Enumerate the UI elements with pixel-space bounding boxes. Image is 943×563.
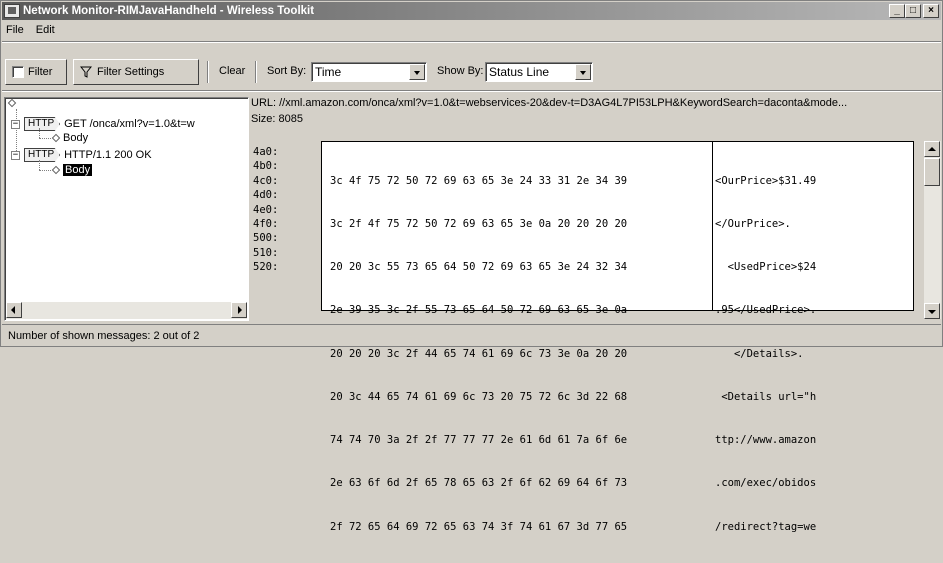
window-title: Network Monitor-RIMJavaHandheld - Wirele… xyxy=(23,5,315,17)
address: 4c0: xyxy=(253,174,279,187)
url-line: URL: //xml.amazon.com/onca/xml?v=1.0&t=w… xyxy=(251,97,848,109)
show-by-label: Show By: xyxy=(437,65,484,77)
address: 500: xyxy=(253,232,279,245)
sort-by-dropdown[interactable]: Time xyxy=(311,62,427,82)
scroll-left-icon[interactable] xyxy=(6,302,22,318)
tree-item-request-body[interactable]: Body xyxy=(51,132,89,144)
menu-separator xyxy=(2,41,941,43)
menu-edit[interactable]: Edit xyxy=(36,24,55,36)
ascii-dump-box[interactable]: <OurPrice>$31.49 </OurPrice>. <UsedPrice… xyxy=(712,141,914,533)
toolbar-separator-line xyxy=(2,90,941,92)
request-label: GET /onca/xml?v=1.0&t=w xyxy=(64,118,195,130)
minimize-button[interactable]: _ xyxy=(889,4,905,18)
address: 510: xyxy=(253,246,279,259)
sort-by-label: Sort By: xyxy=(267,65,307,77)
ascii-row: .95</UsedPrice>. xyxy=(715,304,817,317)
hex-row: 20 20 20 3c 2f 44 65 74 61 69 6c 73 3e 0… xyxy=(330,347,628,360)
hex-row: 74 74 70 3a 2f 2f 77 77 77 2e 61 6d 61 7… xyxy=(330,434,628,447)
hex-dump-box[interactable]: 3c 4f 75 72 50 72 69 63 65 3e 24 33 31 2… xyxy=(321,141,739,533)
status-text: Number of shown messages: 2 out of 2 xyxy=(8,329,200,342)
tree-root xyxy=(7,98,19,108)
maximize-button[interactable]: □ xyxy=(905,4,921,18)
chevron-down-icon[interactable] xyxy=(575,64,591,80)
filter-settings-button[interactable]: Filter Settings xyxy=(73,59,199,85)
ascii-row: /redirect?tag=we xyxy=(715,520,817,533)
hex-row: 3c 2f 4f 75 72 50 72 69 63 65 3e 0a 20 2… xyxy=(330,218,628,231)
tree-line xyxy=(39,160,40,170)
toolbar: Filter Filter Settings Clear Sort By: Ti… xyxy=(5,59,939,85)
body-diamond-icon xyxy=(51,165,61,175)
ascii-row: <OurPrice>$31.49 xyxy=(715,174,817,187)
tree-item-response-body[interactable]: Body xyxy=(51,164,93,176)
body-diamond-icon xyxy=(51,133,61,143)
close-button[interactable]: × xyxy=(923,4,939,18)
horizontal-scrollbar[interactable] xyxy=(6,302,247,319)
ascii-row: ttp://www.amazon xyxy=(715,434,817,447)
address-column: 4a0: 4b0: 4c0: 4d0: 4e0: 4f0: 500: 510: … xyxy=(253,145,278,275)
collapse-icon[interactable]: − xyxy=(11,119,20,129)
request-body-label: Body xyxy=(63,132,89,144)
message-tree-panel[interactable]: − HTTP GET /onca/xml?v=1.0&t=w Body − HT… xyxy=(4,97,249,321)
hex-row: 3c 4f 75 72 50 72 69 63 65 3e 24 33 31 2… xyxy=(330,174,628,187)
response-body-label: Body xyxy=(63,164,93,176)
toolbar-separator xyxy=(207,61,209,83)
filter-checkbox[interactable] xyxy=(12,66,24,78)
address: 4b0: xyxy=(253,160,279,173)
hex-row: 20 20 3c 55 73 65 64 50 72 69 63 65 3e 2… xyxy=(330,261,628,274)
clear-button[interactable]: Clear xyxy=(219,65,245,77)
vertical-scrollbar[interactable] xyxy=(924,141,941,319)
funnel-icon xyxy=(80,66,92,78)
address: 4f0: xyxy=(253,218,279,231)
window-controls: _ □ × xyxy=(889,4,939,18)
response-label: HTTP/1.1 200 OK xyxy=(64,149,152,161)
chevron-down-icon[interactable] xyxy=(409,64,425,80)
filter-label: Filter xyxy=(28,66,53,78)
status-bar: Number of shown messages: 2 out of 2 xyxy=(2,324,941,346)
ascii-row: </Details>. xyxy=(715,347,804,360)
message-detail-panel: URL: //xml.amazon.com/onca/xml?v=1.0&t=w… xyxy=(251,97,941,533)
address: 4d0: xyxy=(253,189,279,202)
scroll-down-icon[interactable] xyxy=(924,303,940,319)
ascii-row: <Details url="h xyxy=(715,390,817,403)
ascii-row: </OurPrice>. xyxy=(715,218,791,231)
ascii-row: <UsedPrice>$24 xyxy=(715,261,817,274)
address: 520: xyxy=(253,261,279,274)
sort-by-value: Time xyxy=(315,65,342,79)
tree-line xyxy=(16,109,17,153)
tree-line xyxy=(39,138,51,139)
filter-toggle[interactable]: Filter xyxy=(5,59,67,85)
hex-row: 2e 63 6f 6d 2f 65 78 65 63 2f 6f 62 69 6… xyxy=(330,477,628,490)
tree-line xyxy=(39,170,51,171)
hex-row: 2f 72 65 64 69 72 65 63 74 3f 74 61 67 3… xyxy=(330,520,628,533)
network-monitor-window: Network Monitor-RIMJavaHandheld - Wirele… xyxy=(0,0,943,533)
menu-bar: File Edit xyxy=(2,21,941,39)
ascii-row: .com/exec/obidos xyxy=(715,477,817,490)
scroll-thumb[interactable] xyxy=(924,158,940,186)
filter-settings-label: Filter Settings xyxy=(97,66,165,78)
root-diamond-icon xyxy=(7,98,17,108)
address: 4e0: xyxy=(253,203,279,216)
address: 4a0: xyxy=(253,146,279,158)
network-monitor-icon xyxy=(4,4,20,18)
http-tag-icon: HTTP xyxy=(24,148,61,162)
ascii-lines: <OurPrice>$31.49 </OurPrice>. <UsedPrice… xyxy=(715,145,816,563)
hex-row: 2e 39 35 3c 2f 55 73 65 64 50 72 69 63 6… xyxy=(330,304,628,317)
show-by-value: Status Line xyxy=(489,65,550,79)
collapse-icon[interactable]: − xyxy=(11,150,20,160)
tree-line xyxy=(39,128,40,138)
toolbar-separator xyxy=(255,61,257,83)
hex-lines: 3c 4f 75 72 50 72 69 63 65 3e 24 33 31 2… xyxy=(330,145,627,563)
menu-file[interactable]: File xyxy=(6,24,24,36)
tree-item-response[interactable]: − HTTP HTTP/1.1 200 OK xyxy=(11,148,152,162)
title-bar[interactable]: Network Monitor-RIMJavaHandheld - Wirele… xyxy=(2,2,941,20)
http-tag-icon: HTTP xyxy=(24,117,61,131)
scroll-up-icon[interactable] xyxy=(924,141,940,157)
show-by-dropdown[interactable]: Status Line xyxy=(485,62,593,82)
scroll-right-icon[interactable] xyxy=(231,302,247,318)
size-line: Size: 8085 xyxy=(251,113,303,125)
hex-row: 20 3c 44 65 74 61 69 6c 73 20 75 72 6c 3… xyxy=(330,390,628,403)
